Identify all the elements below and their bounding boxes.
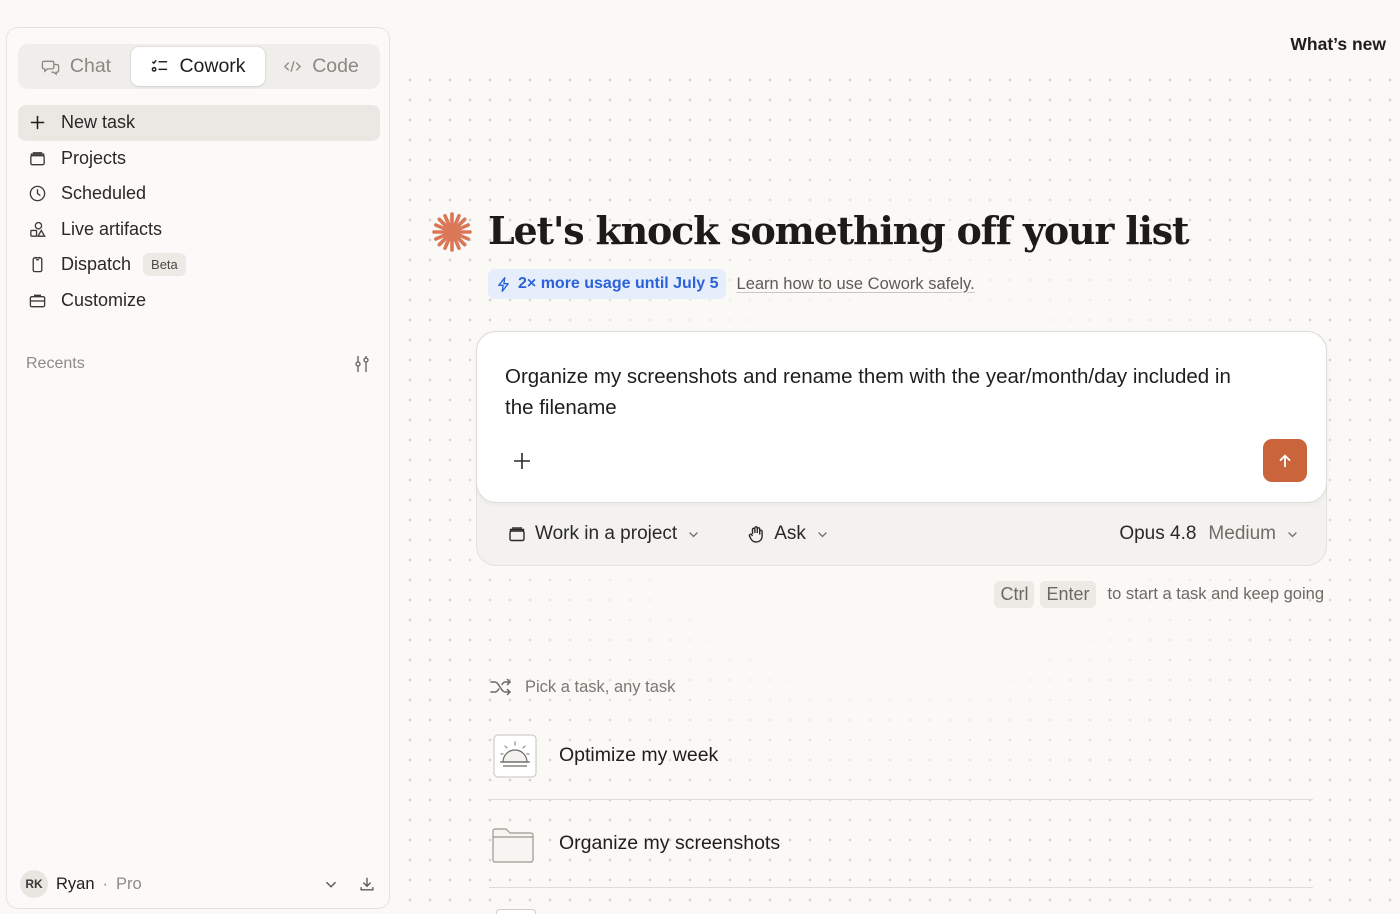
checklist-icon — [152, 59, 168, 72]
recents-header: Recents — [26, 354, 372, 374]
kbd-enter: Enter — [1040, 581, 1096, 608]
shortcut-hint: Ctrl Enter to start a task and keep goin… — [994, 581, 1324, 608]
task-composer[interactable]: Organize my screenshots and rename them … — [476, 331, 1327, 503]
shuffle-icon — [490, 678, 511, 696]
tab-code[interactable]: Code — [265, 47, 377, 86]
folder-box-icon — [509, 527, 525, 542]
sidebar-item-label: Customize — [61, 289, 147, 310]
task-label: Optimize my week — [559, 744, 719, 766]
sidebar-item-label: Live artifacts — [61, 218, 163, 239]
sidebar-item-live-artifacts[interactable]: Live artifacts — [18, 212, 380, 248]
sidebar-item-projects[interactable]: Projects — [18, 141, 380, 177]
user-account-row[interactable]: RK Ryan · Pro — [20, 869, 376, 899]
composer-container: Organize my screenshots and rename them … — [476, 331, 1327, 566]
folder-box-icon — [30, 151, 45, 166]
tab-cowork[interactable]: Cowork — [131, 47, 265, 86]
sidebar-item-scheduled[interactable]: Scheduled — [18, 176, 380, 212]
sunrise-icon — [493, 733, 537, 778]
pick-task-label: Pick a task, any task — [525, 677, 676, 696]
recents-label: Recents — [26, 355, 85, 372]
download-icon[interactable] — [358, 875, 376, 893]
clock-icon — [29, 185, 46, 202]
sidebar-nav: New task Projects Scheduled Live artifac… — [18, 105, 380, 318]
project-selector[interactable]: Work in a project — [507, 523, 700, 545]
model-name: Opus 4.8 — [1119, 523, 1197, 544]
sidebar-item-label: Dispatch — [61, 254, 132, 275]
send-button[interactable] — [1263, 439, 1307, 482]
task-suggestion-organize-screenshots[interactable]: Organize my screenshots — [489, 800, 1313, 888]
tab-chat[interactable]: Chat — [21, 47, 131, 86]
shapes-icon — [30, 221, 46, 237]
chevron-down-icon — [689, 531, 699, 537]
promo-row: 2× more usage until July 5 Learn how to … — [488, 269, 975, 299]
beta-badge: Beta — [143, 253, 186, 277]
avatar: RK — [20, 870, 48, 898]
filter-sliders-icon[interactable] — [352, 354, 372, 374]
task-label: Organize my screenshots — [559, 832, 781, 854]
tab-chat-label: Chat — [69, 55, 112, 77]
arrow-up-icon — [1279, 453, 1291, 467]
prompt-input[interactable]: Organize my screenshots and rename them … — [505, 361, 1265, 423]
kbd-ctrl: Ctrl — [994, 581, 1035, 608]
page-title: Let's knock something off your list — [488, 208, 1189, 253]
project-selector-label: Work in a project — [535, 523, 678, 544]
folder-icon — [492, 827, 534, 863]
whats-new-link[interactable]: What’s new — [1290, 34, 1386, 55]
mode-selector[interactable]: Ask — [746, 523, 829, 545]
model-selector[interactable]: Opus 4.8 Medium — [1119, 523, 1299, 545]
sidebar-item-customize[interactable]: Customize — [18, 283, 380, 319]
shortcut-hint-text: to start a task and keep going — [1107, 585, 1324, 603]
user-plan: Pro — [116, 874, 142, 893]
mode-selector-label: Ask — [774, 523, 806, 544]
cowork-safety-link[interactable]: Learn how to use Cowork safely. — [737, 275, 975, 294]
suggested-tasks: Optimize my week Organize my screenshots — [489, 712, 1313, 888]
shuffle-tasks-button[interactable]: Pick a task, any task — [489, 676, 675, 698]
chevron-down-icon — [1288, 531, 1297, 537]
sunburst-logo-icon — [432, 212, 472, 252]
usage-promo-text: 2× more usage until July 5 — [518, 275, 719, 292]
sidebar-item-label: Projects — [61, 147, 127, 168]
user-name: Ryan — [56, 874, 95, 893]
next-task-thumbnail — [496, 909, 536, 914]
add-attachment-icon[interactable] — [510, 449, 534, 473]
sidebar: Chat Cowork Code New task Projects Sched… — [6, 27, 390, 909]
chevron-down-icon — [818, 531, 827, 537]
lightning-icon — [498, 276, 509, 292]
briefcase-icon — [29, 294, 46, 308]
task-suggestion-optimize-week[interactable]: Optimize my week — [489, 712, 1313, 800]
plus-icon — [30, 116, 45, 130]
sidebar-item-label: New task — [61, 112, 136, 133]
tab-cowork-label: Cowork — [179, 55, 246, 77]
chat-bubbles-icon — [41, 60, 60, 76]
composer-options: Work in a project Ask Opus 4.8 Medium — [507, 519, 1299, 549]
sidebar-item-label: Scheduled — [61, 183, 147, 204]
chevron-down-icon[interactable] — [322, 875, 340, 893]
hand-icon — [749, 526, 764, 543]
phone-icon — [32, 257, 43, 273]
model-effort: Medium — [1208, 523, 1276, 544]
tab-code-label: Code — [312, 55, 359, 77]
sidebar-item-dispatch[interactable]: Dispatch Beta — [18, 247, 380, 283]
code-brackets-icon — [284, 61, 302, 72]
sidebar-item-new-task[interactable]: New task — [18, 105, 380, 141]
usage-promo-badge[interactable]: 2× more usage until July 5 — [488, 269, 726, 299]
mode-switcher: Chat Cowork Code — [18, 44, 380, 89]
user-separator: · — [102, 874, 109, 893]
